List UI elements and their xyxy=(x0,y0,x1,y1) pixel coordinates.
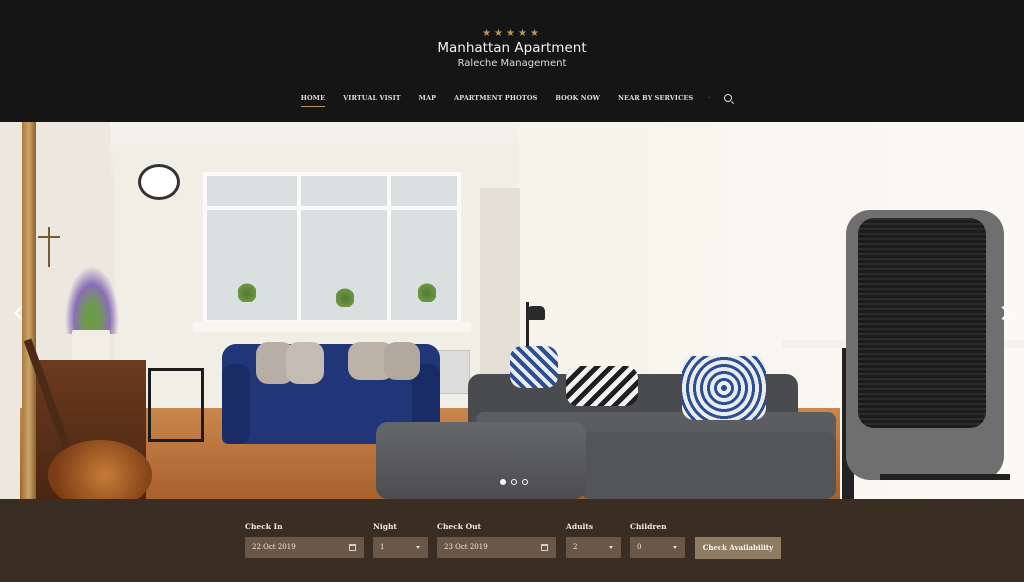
chevron-down-icon xyxy=(609,546,613,549)
slider-dot-2[interactable] xyxy=(511,479,517,485)
check-in-label: Check In xyxy=(245,522,283,531)
children-select[interactable]: 0 xyxy=(630,537,685,558)
night-label: Night xyxy=(373,522,397,531)
wall-clock xyxy=(138,164,180,200)
rating-stars: ★★★★★ xyxy=(482,28,542,39)
slider-dots xyxy=(500,479,533,485)
check-out-field[interactable]: 23 Oct 2019 xyxy=(437,537,556,558)
slider-dot-3[interactable] xyxy=(522,479,528,485)
booking-form: Check In 22 Oct 2019 Night 1 Check Out 2… xyxy=(0,499,1024,582)
check-availability-button[interactable]: Check Availability xyxy=(695,537,781,559)
chevron-down-icon xyxy=(416,546,420,549)
adults-value: 2 xyxy=(573,543,578,551)
calendar-icon xyxy=(541,544,548,551)
adults-label: Adults xyxy=(566,522,594,531)
night-select[interactable]: 1 xyxy=(373,537,428,558)
night-value: 1 xyxy=(380,543,385,551)
check-in-value: 22 Oct 2019 xyxy=(252,543,296,551)
slider-dot-1[interactable] xyxy=(500,479,506,485)
site-header: ★★★★★ Manhattan Apartment Raleche Manage… xyxy=(0,0,1024,122)
children-value: 0 xyxy=(637,543,642,551)
main-nav: HOME VIRTUAL VISIT MAP APARTMENT PHOTOS … xyxy=(0,94,1024,107)
nav-separator: · xyxy=(708,95,711,101)
nav-item-apartment-photos[interactable]: APARTMENT PHOTOS xyxy=(454,94,537,102)
nav-item-map[interactable]: MAP xyxy=(419,94,436,102)
hero-slider xyxy=(0,122,1024,499)
nav-item-home[interactable]: HOME xyxy=(300,94,326,107)
search-icon[interactable] xyxy=(724,94,733,102)
site-subtitle: Raleche Management xyxy=(457,58,567,69)
site-title[interactable]: Manhattan Apartment xyxy=(0,40,1024,56)
nav-item-virtual-visit[interactable]: VIRTUAL VISIT xyxy=(343,94,401,102)
calendar-icon xyxy=(349,544,356,551)
ottoman xyxy=(376,422,586,499)
adults-select[interactable]: 2 xyxy=(566,537,621,558)
check-out-value: 23 Oct 2019 xyxy=(444,543,488,551)
chevron-down-icon xyxy=(673,546,677,549)
children-label: Children xyxy=(630,522,667,531)
check-out-label: Check Out xyxy=(437,522,482,531)
nav-item-book-now[interactable]: BOOK NOW xyxy=(555,94,600,102)
nav-item-near-by-services[interactable]: NEAR BY SERVICES xyxy=(618,94,693,102)
check-in-field[interactable]: 22 Oct 2019 xyxy=(245,537,364,558)
